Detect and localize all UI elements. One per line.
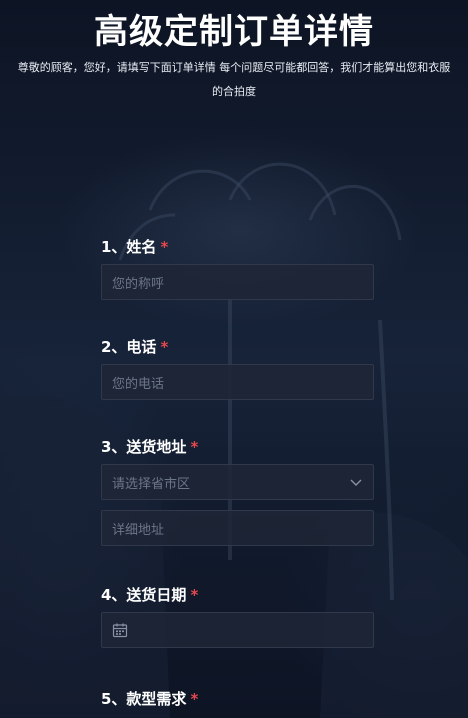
field-label: 4、送货日期 *: [101, 584, 374, 606]
field-label-text: 1、姓名: [101, 238, 157, 256]
address-detail-input[interactable]: 详细地址: [101, 510, 374, 546]
required-mark: *: [190, 690, 199, 708]
field-label-text: 2、电话: [101, 338, 157, 356]
page-title: 高级定制订单详情: [94, 12, 374, 52]
required-mark: *: [190, 586, 199, 604]
phone-input[interactable]: 您的电话: [101, 364, 374, 400]
name-input[interactable]: 您的称呼: [101, 264, 374, 300]
field-name: 1、姓名 * 您的称呼: [101, 236, 374, 300]
chevron-down-icon: [350, 479, 362, 486]
required-mark: *: [190, 438, 199, 456]
page-header: 高级定制订单详情 尊敬的顾客，您好，请填写下面订单详情 每个问题尽可能都回答，我…: [0, 10, 468, 104]
field-address: 3、送货地址 * 请选择省市区 详细地址: [101, 436, 374, 546]
field-phone: 2、电话 * 您的电话: [101, 336, 374, 400]
region-select-placeholder: 请选择省市区: [112, 476, 191, 492]
order-page: 高级定制订单详情 尊敬的顾客，您好，请填写下面订单详情 每个问题尽可能都回答，我…: [0, 0, 468, 718]
field-label-text: 4、送货日期: [101, 586, 187, 604]
name-input-placeholder: 您的称呼: [112, 276, 165, 292]
field-label: 3、送货地址 *: [101, 436, 374, 458]
field-label: 1、姓名 *: [101, 236, 374, 258]
calendar-icon: [112, 623, 128, 638]
field-label: 2、电话 *: [101, 336, 374, 358]
region-select[interactable]: 请选择省市区: [101, 464, 374, 500]
field-delivery-date: 4、送货日期 *: [101, 584, 374, 648]
required-mark: *: [160, 338, 169, 356]
address-detail-placeholder: 详细地址: [112, 522, 165, 538]
delivery-date-input[interactable]: [101, 612, 374, 648]
field-label-text: 5、款型需求: [101, 690, 187, 708]
phone-input-placeholder: 您的电话: [112, 376, 165, 392]
required-mark: *: [160, 238, 169, 256]
field-label: 5、款型需求 *: [101, 688, 374, 710]
field-style-requirement: 5、款型需求 *: [101, 688, 374, 710]
page-subtitle: 尊敬的顾客，您好，请填写下面订单详情 每个问题尽可能都回答，我们才能算出您和衣服…: [17, 61, 451, 98]
field-label-text: 3、送货地址: [101, 438, 187, 456]
